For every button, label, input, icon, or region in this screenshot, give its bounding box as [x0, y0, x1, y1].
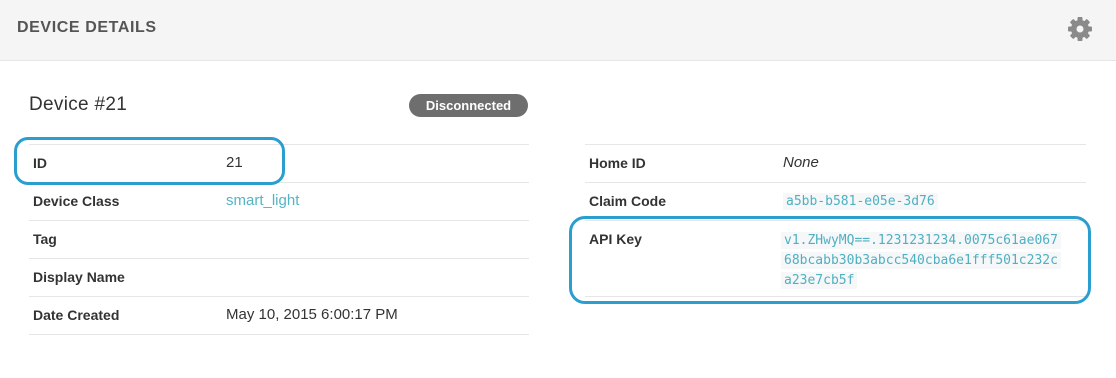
device-properties-left: ID 21 Device Class smart_light Tag Displ…: [29, 144, 529, 335]
row-home-id: Home ID None: [585, 144, 1086, 182]
row-id: ID 21: [29, 144, 529, 182]
page-title: DEVICE DETAILS: [17, 19, 157, 36]
label-date-created: Date Created: [33, 307, 120, 323]
row-display-name: Display Name: [29, 258, 529, 296]
label-api-key: API Key: [589, 231, 642, 247]
device-class-link[interactable]: smart_light: [226, 192, 299, 209]
api-key-line: a23e7cb5f: [781, 272, 858, 289]
value-date-created: May 10, 2015 6:00:17 PM: [226, 306, 398, 323]
page-header: DEVICE DETAILS: [0, 0, 1116, 61]
label-tag: Tag: [33, 231, 57, 247]
device-properties-right: Home ID None Claim Code a5bb-b581-e05e-3…: [585, 144, 1086, 297]
label-display-name: Display Name: [33, 269, 125, 285]
label-device-class: Device Class: [33, 193, 120, 209]
row-device-class: Device Class smart_light: [29, 182, 529, 220]
row-claim-code: Claim Code a5bb-b581-e05e-3d76: [585, 182, 1086, 220]
status-badge: Disconnected: [409, 94, 528, 117]
row-api-key: API Key v1.ZHwyMQ==.1231231234.0075c61ae…: [585, 220, 1086, 297]
label-claim-code: Claim Code: [589, 193, 667, 209]
value-id: 21: [226, 154, 243, 171]
label-home-id: Home ID: [589, 155, 646, 171]
row-tag: Tag: [29, 220, 529, 258]
api-key-line: 68bcabb30b3abcc540cba6e1fff501c232c: [781, 252, 1061, 269]
device-title: Device #21: [29, 94, 128, 115]
value-api-key: v1.ZHwyMQ==.1231231234.0075c61ae067 68bc…: [781, 231, 1061, 291]
value-home-id: None: [783, 154, 819, 171]
value-claim-code: a5bb-b581-e05e-3d76: [783, 193, 938, 210]
gear-icon[interactable]: [1066, 15, 1094, 43]
api-key-line: v1.ZHwyMQ==.1231231234.0075c61ae067: [781, 232, 1061, 249]
label-id: ID: [33, 155, 47, 171]
row-date-created: Date Created May 10, 2015 6:00:17 PM: [29, 296, 529, 335]
